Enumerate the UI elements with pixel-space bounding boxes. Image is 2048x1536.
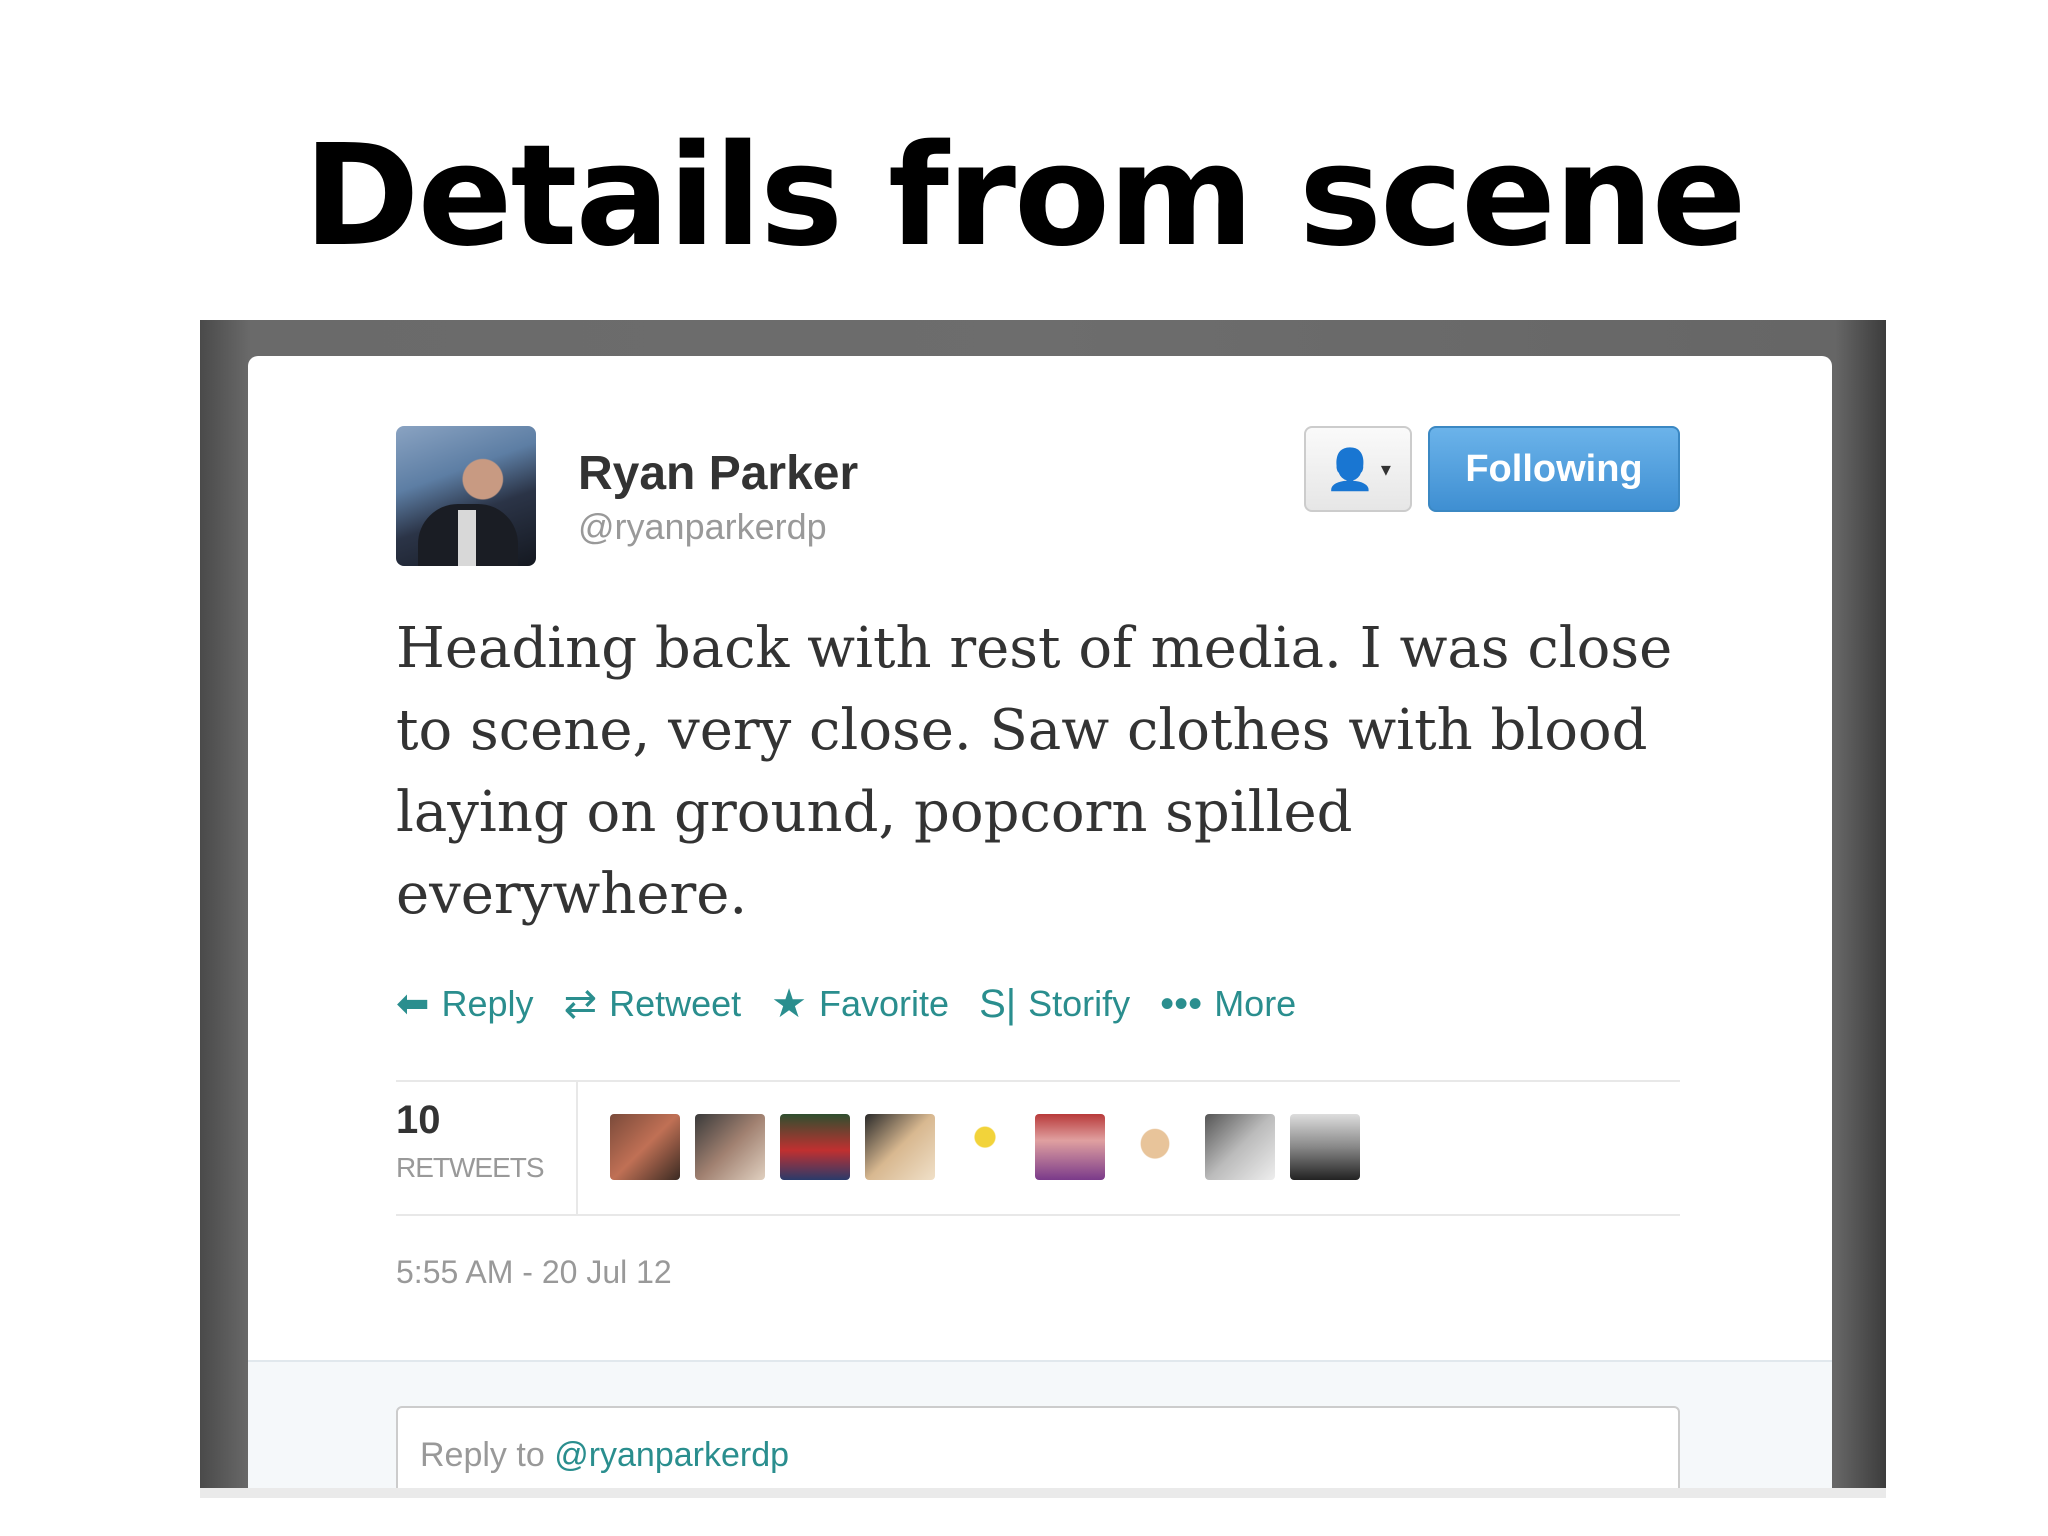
retweeter-avatar[interactable] bbox=[1205, 1114, 1275, 1180]
favorite-action[interactable]: ★ Favorite bbox=[771, 981, 949, 1027]
retweeter-avatars bbox=[610, 1114, 1375, 1180]
retweeter-avatar[interactable] bbox=[950, 1114, 1020, 1180]
storify-icon: S| bbox=[979, 981, 1017, 1026]
retweet-label: Retweet bbox=[609, 983, 742, 1024]
tweet-screenshot: Ryan Parker @ryanparkerdp 👤 ▾ Following … bbox=[200, 320, 1886, 1498]
stats-bottom-divider bbox=[396, 1214, 1680, 1216]
retweet-action[interactable]: ⇄ Retweet bbox=[564, 981, 742, 1027]
tweet-timestamp[interactable]: 5:55 AM - 20 Jul 12 bbox=[396, 1254, 672, 1291]
reply-mention: @ryanparkerdp bbox=[554, 1436, 790, 1474]
tweet-actions: ⬅ Reply ⇄ Retweet ★ Favorite S| Storify … bbox=[396, 974, 1326, 1034]
more-label: More bbox=[1214, 983, 1297, 1024]
reply-action[interactable]: ⬅ Reply bbox=[396, 981, 534, 1027]
retweeter-avatar[interactable] bbox=[1035, 1114, 1105, 1180]
avatar-shirt-shape bbox=[458, 510, 476, 566]
tweet-text: Heading back with rest of media. I was c… bbox=[396, 616, 1673, 927]
following-button[interactable]: Following bbox=[1428, 426, 1680, 512]
reply-input[interactable]: Reply to @ryanparkerdp bbox=[396, 1406, 1680, 1496]
user-actions-button[interactable]: 👤 ▾ bbox=[1304, 426, 1412, 512]
caret-down-icon: ▾ bbox=[1380, 458, 1391, 481]
tweet-card: Ryan Parker @ryanparkerdp 👤 ▾ Following … bbox=[248, 356, 1832, 1498]
reply-prefix: Reply to bbox=[420, 1436, 555, 1474]
stats-vertical-divider bbox=[576, 1082, 578, 1214]
retweet-count[interactable]: 10 bbox=[396, 1098, 441, 1143]
retweeter-avatar[interactable] bbox=[1290, 1114, 1360, 1180]
author-avatar[interactable] bbox=[396, 426, 536, 566]
reply-area: Reply to @ryanparkerdp bbox=[248, 1360, 1832, 1498]
retweeter-avatar[interactable] bbox=[865, 1114, 935, 1180]
person-icon: 👤 bbox=[1325, 447, 1375, 492]
more-icon: ••• bbox=[1160, 981, 1203, 1026]
storify-action[interactable]: S| Storify bbox=[979, 982, 1130, 1027]
retweeter-avatar[interactable] bbox=[695, 1114, 765, 1180]
reply-icon: ⬅ bbox=[396, 982, 430, 1026]
author-name[interactable]: Ryan Parker bbox=[578, 446, 858, 501]
retweeter-avatar[interactable] bbox=[1120, 1114, 1190, 1180]
author-handle[interactable]: @ryanparkerdp bbox=[578, 506, 827, 548]
retweet-count-label[interactable]: RETWEETS bbox=[396, 1152, 545, 1184]
stats-top-divider bbox=[396, 1080, 1680, 1082]
retweet-icon: ⇄ bbox=[563, 982, 598, 1026]
storify-label: Storify bbox=[1028, 983, 1131, 1024]
favorite-label: Favorite bbox=[819, 983, 950, 1024]
retweeter-avatar[interactable] bbox=[780, 1114, 850, 1180]
retweeter-avatar[interactable] bbox=[610, 1114, 680, 1180]
more-action[interactable]: ••• More bbox=[1160, 982, 1296, 1027]
reply-label: Reply bbox=[441, 983, 534, 1024]
frame-bottom-edge bbox=[200, 1488, 1886, 1498]
star-icon: ★ bbox=[771, 982, 808, 1026]
slide-title: Details from scene bbox=[303, 115, 1746, 278]
